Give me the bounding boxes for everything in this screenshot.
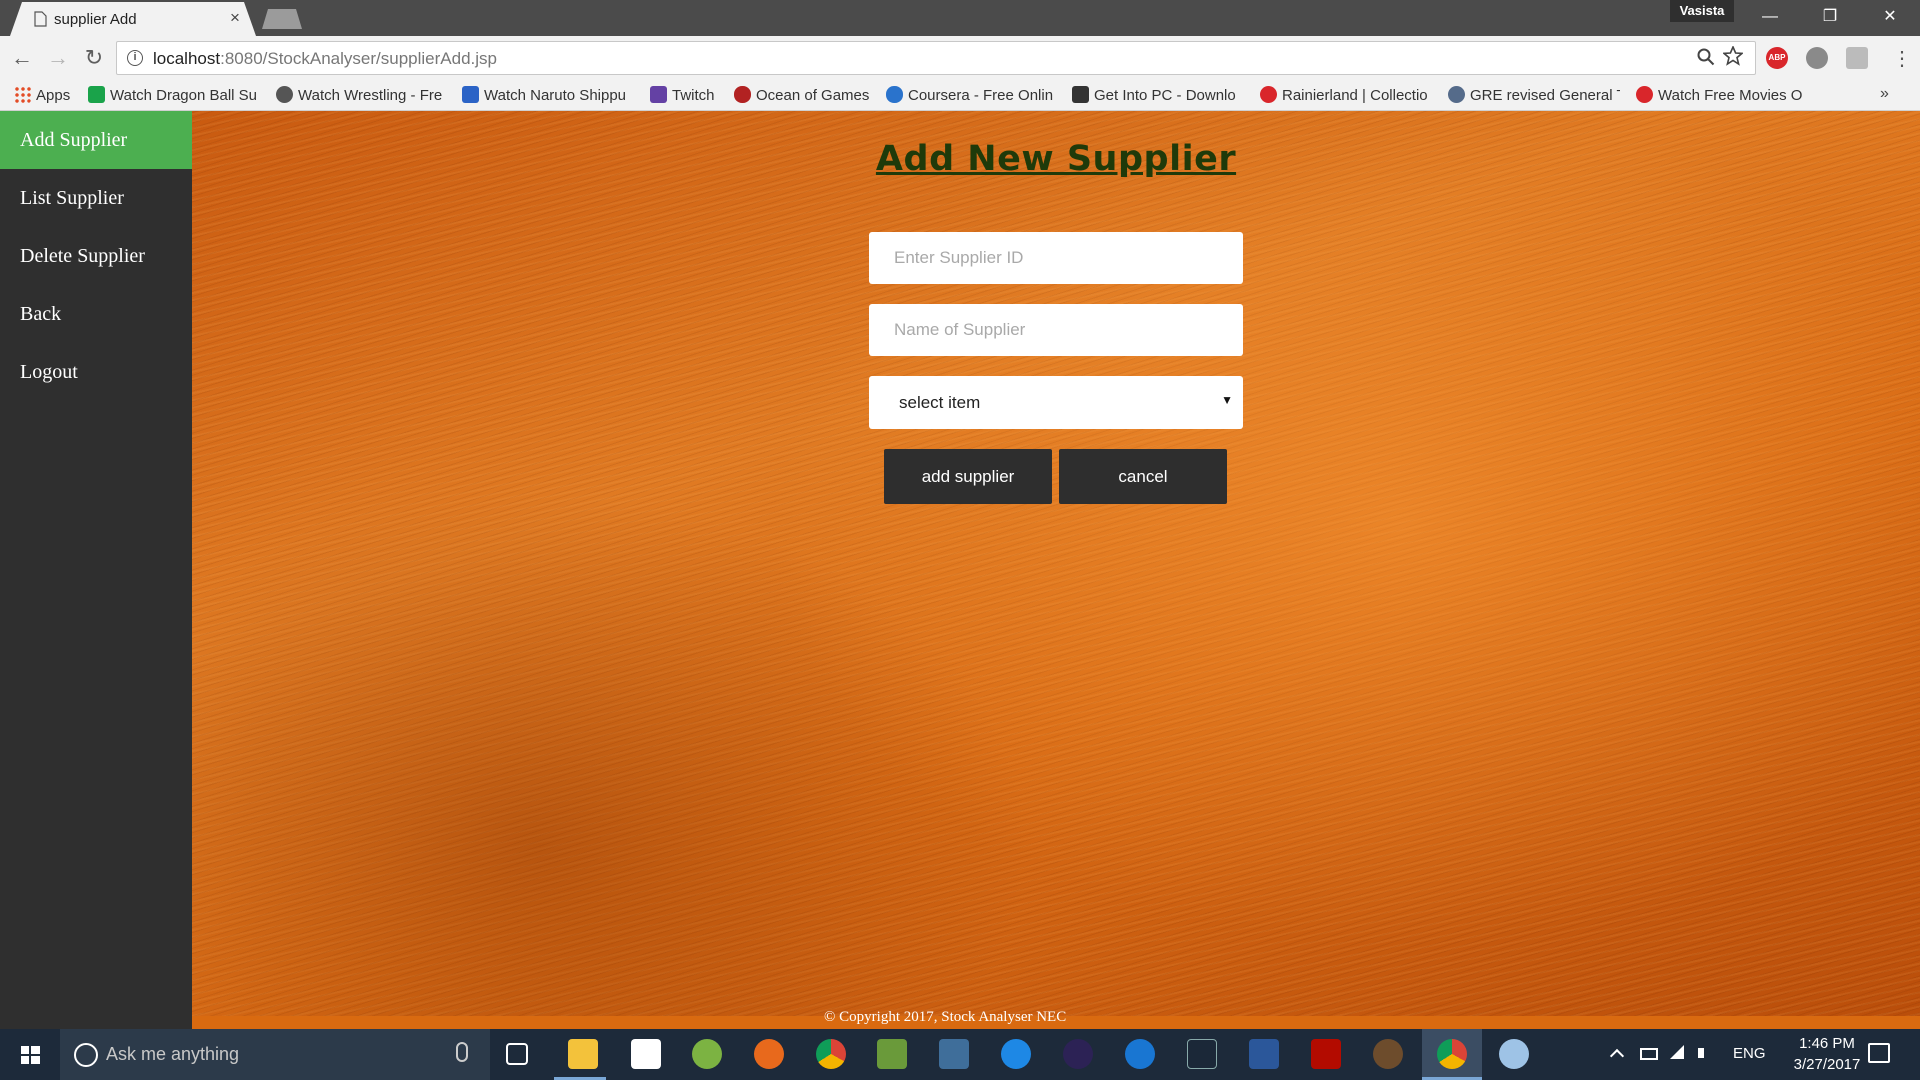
browser-tab[interactable]: supplier Add × xyxy=(10,2,256,36)
twitch-icon xyxy=(650,86,667,103)
sidebar-item-add-supplier[interactable]: Add Supplier xyxy=(0,111,192,169)
bookmark-item[interactable]: Get Into PC - Downlo xyxy=(1072,86,1244,106)
getintopc-icon xyxy=(1072,86,1089,103)
movie-icon xyxy=(1636,86,1653,103)
word-icon[interactable] xyxy=(1249,1039,1279,1069)
extension-icon[interactable] xyxy=(1806,47,1828,69)
settings-gear-icon[interactable] xyxy=(1373,1039,1403,1069)
taskbar-search[interactable]: Ask me anything xyxy=(60,1029,490,1080)
cortana-icon xyxy=(74,1043,98,1067)
main-content: Add New Supplier select item ▼ add suppl… xyxy=(192,111,1920,1029)
windows-taskbar: Ask me anything ENG 1:46 PM 3/27/2017 xyxy=(0,1029,1920,1080)
profile-button[interactable]: Vasista xyxy=(1670,0,1734,22)
bookmark-item[interactable]: Twitch xyxy=(650,86,730,106)
cancel-button[interactable]: cancel xyxy=(1059,449,1227,504)
firefox-icon[interactable] xyxy=(754,1039,784,1069)
sidebar-item-back[interactable]: Back xyxy=(0,285,192,343)
wifi-icon[interactable] xyxy=(1670,1045,1684,1059)
supplier-id-input[interactable] xyxy=(869,232,1243,284)
ie-icon[interactable] xyxy=(1001,1039,1031,1069)
coursera-icon xyxy=(886,86,903,103)
close-window-icon[interactable]: ✕ xyxy=(1860,0,1920,34)
tv-icon xyxy=(88,86,105,103)
sidebar-item-logout[interactable]: Logout xyxy=(0,343,192,401)
adblock-icon[interactable]: ABP xyxy=(1766,47,1788,69)
windows-start-icon[interactable] xyxy=(0,1029,60,1080)
mysql-icon[interactable] xyxy=(939,1039,969,1069)
tab-title: supplier Add xyxy=(54,11,137,28)
wordpress-icon xyxy=(276,86,293,103)
add-supplier-button[interactable]: add supplier xyxy=(884,449,1052,504)
page-title: Add New Supplier xyxy=(875,139,1237,179)
bookmarks-overflow-icon[interactable]: » xyxy=(1880,85,1889,103)
bookmark-star-icon[interactable] xyxy=(1723,46,1743,66)
ets-icon xyxy=(1448,86,1465,103)
eclipse-icon[interactable] xyxy=(1063,1039,1093,1069)
edge-icon[interactable] xyxy=(1125,1039,1155,1069)
notification-center-icon[interactable] xyxy=(1868,1043,1890,1063)
chevron-down-icon: ▼ xyxy=(1221,393,1233,407)
browser-tab-strip: supplier Add × Vasista — ❐ ✕ xyxy=(0,0,1920,36)
item-select[interactable]: select item ▼ xyxy=(869,376,1243,429)
page-icon xyxy=(34,11,47,27)
tab-close-icon[interactable]: × xyxy=(230,9,240,27)
new-tab-button[interactable] xyxy=(262,9,302,29)
taskbar-search-placeholder: Ask me anything xyxy=(106,1044,240,1064)
bookmark-item[interactable]: Ocean of Games xyxy=(734,86,874,106)
forward-icon[interactable]: → xyxy=(44,44,72,72)
battery-icon[interactable] xyxy=(1640,1048,1658,1060)
apps-grid-icon xyxy=(14,86,31,103)
bookmark-item[interactable]: Watch Dragon Ball Su xyxy=(88,86,260,106)
copyright-text: © Copyright 2017, Stock Analyser NEC xyxy=(824,1009,1067,1025)
chrome-active-icon[interactable] xyxy=(1437,1039,1467,1069)
bookmark-item[interactable]: Coursera - Free Onlin xyxy=(886,86,1058,106)
info-icon[interactable]: i xyxy=(127,50,143,66)
microphone-icon[interactable] xyxy=(456,1042,468,1062)
sidebar-nav: Add Supplier List Supplier Delete Suppli… xyxy=(0,111,192,1029)
bookmark-item[interactable]: Rainierland | Collectio xyxy=(1260,86,1432,106)
supplier-name-input[interactable] xyxy=(869,304,1243,356)
user-icon xyxy=(462,86,479,103)
pdf-extension-icon[interactable] xyxy=(1846,47,1868,69)
reload-icon[interactable]: ↻ xyxy=(80,44,108,72)
play-icon xyxy=(1260,86,1277,103)
gamepad-icon xyxy=(734,86,751,103)
bookmark-apps[interactable]: Apps xyxy=(14,86,76,106)
back-icon[interactable]: ← xyxy=(8,44,36,72)
browser-toolbar: ← → ↻ i localhost:8080/StockAnalyser/sup… xyxy=(0,36,1920,80)
sidebar-item-delete-supplier[interactable]: Delete Supplier xyxy=(0,227,192,285)
volume-icon[interactable] xyxy=(1698,1048,1716,1058)
acrobat-icon[interactable] xyxy=(1311,1039,1341,1069)
bookmarks-bar: Apps Watch Dragon Ball Su Watch Wrestlin… xyxy=(0,80,1920,111)
store-icon[interactable] xyxy=(631,1039,661,1069)
minecraft-icon[interactable] xyxy=(877,1039,907,1069)
paint-icon[interactable] xyxy=(1499,1039,1529,1069)
address-bar[interactable]: i localhost:8080/StockAnalyser/supplierA… xyxy=(116,41,1756,75)
chrome-menu-icon[interactable]: ⋮ xyxy=(1892,46,1912,71)
android-studio-icon[interactable] xyxy=(692,1039,722,1069)
clock-date[interactable]: 3/27/2017 xyxy=(1787,1056,1867,1073)
language-indicator[interactable]: ENG xyxy=(1733,1045,1766,1062)
url-text[interactable]: localhost:8080/StockAnalyser/supplierAdd… xyxy=(153,49,497,69)
bookmark-item[interactable]: Watch Free Movies O xyxy=(1636,86,1808,106)
restore-icon[interactable]: ❐ xyxy=(1800,0,1860,34)
bookmark-item[interactable]: GRE revised General T xyxy=(1448,86,1620,106)
bookmark-item[interactable]: Watch Wrestling - Fre xyxy=(276,86,446,106)
chrome-icon[interactable] xyxy=(816,1039,846,1069)
minimize-icon[interactable]: — xyxy=(1740,0,1800,34)
zoom-icon[interactable] xyxy=(1697,48,1715,66)
item-select-value: select item xyxy=(899,393,981,412)
clock-time[interactable]: 1:46 PM xyxy=(1787,1035,1867,1052)
task-view-icon[interactable] xyxy=(506,1043,528,1065)
file-explorer-icon[interactable] xyxy=(568,1039,598,1069)
steam-icon[interactable] xyxy=(1187,1039,1217,1069)
bookmark-item[interactable]: Watch Naruto Shippu xyxy=(462,86,634,106)
tray-chevron-icon[interactable] xyxy=(1609,1048,1625,1064)
sidebar-item-list-supplier[interactable]: List Supplier xyxy=(0,169,192,227)
